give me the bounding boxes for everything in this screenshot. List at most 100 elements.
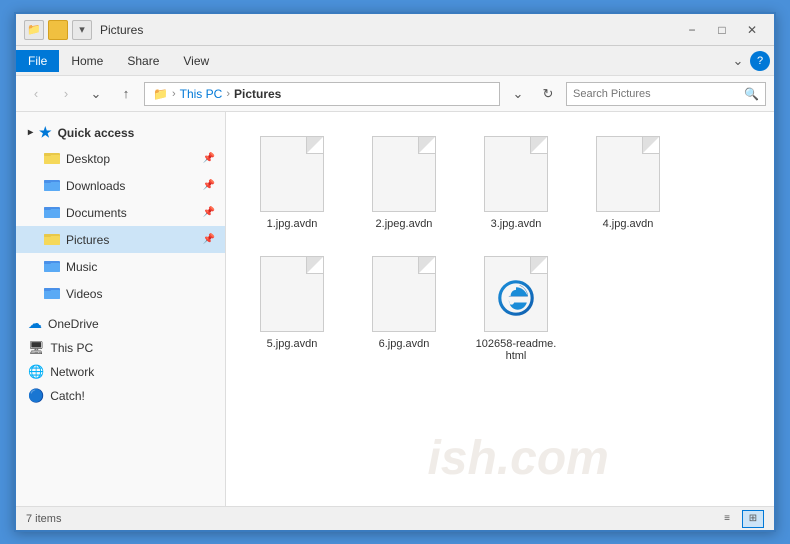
path-folder-icon: 📁 <box>153 87 168 101</box>
file-page-1 <box>260 136 324 212</box>
file-item-7[interactable]: 102658-readme.html <box>466 248 566 368</box>
onedrive-label: OneDrive <box>48 317 99 331</box>
sidebar: ▸ ★ Quick access Desktop 📌 Downloads 📌 <box>16 112 226 506</box>
pictures-folder-icon <box>44 230 60 249</box>
path-pictures: Pictures <box>234 87 281 101</box>
file-item-1[interactable]: 1.jpg.avdn <box>242 128 342 236</box>
downloads-label: Downloads <box>66 179 125 193</box>
tb-icon-2 <box>48 20 68 40</box>
videos-label: Videos <box>66 287 102 301</box>
nav-up[interactable]: ↑ <box>114 82 138 106</box>
sidebar-item-desktop[interactable]: Desktop 📌 <box>16 145 225 172</box>
videos-folder-icon <box>44 284 60 303</box>
title-bar: 📁 ▾ Pictures − □ ✕ <box>16 14 774 46</box>
file-name-4: 4.jpg.avdn <box>603 218 654 230</box>
explorer-window: 📁 ▾ Pictures − □ ✕ File Home Share View … <box>14 12 776 532</box>
desktop-label: Desktop <box>66 152 110 166</box>
status-bar: 7 items ≡ ⊞ <box>16 506 774 530</box>
tb-icon-1: 📁 <box>24 20 44 40</box>
file-page-4 <box>596 136 660 212</box>
path-sep-2: › <box>226 88 230 100</box>
watermark: ish.com <box>427 431 608 486</box>
file-name-5: 5.jpg.avdn <box>267 338 318 350</box>
menu-help[interactable]: ? <box>750 51 770 71</box>
file-item-2[interactable]: 2.jpeg.avdn <box>354 128 454 236</box>
search-input[interactable] <box>573 88 740 100</box>
documents-pin-icon: 📌 <box>203 207 215 218</box>
sidebar-item-documents[interactable]: Documents 📌 <box>16 199 225 226</box>
path-thispc[interactable]: This PC <box>180 87 223 101</box>
desktop-pin-icon: 📌 <box>203 153 215 164</box>
menu-home[interactable]: Home <box>59 50 115 72</box>
thispc-icon: 🖥 <box>28 340 45 356</box>
list-view-btn[interactable]: ≡ <box>716 510 738 528</box>
onedrive-icon: ☁ <box>28 315 42 332</box>
menu-file[interactable]: File <box>16 50 59 72</box>
path-dropdown[interactable]: ⌄ <box>506 82 530 106</box>
menu-bar: File Home Share View ⌄ ? <box>16 46 774 76</box>
window-controls: − □ ✕ <box>678 20 766 40</box>
file-name-3: 3.jpg.avdn <box>491 218 542 230</box>
menu-chevron[interactable]: ⌄ <box>726 49 750 73</box>
sidebar-item-catch[interactable]: 🔵 Catch! <box>16 384 225 408</box>
menu-view[interactable]: View <box>171 50 221 72</box>
quick-access-chevron: ▸ <box>28 127 33 138</box>
desktop-folder-icon <box>44 149 60 168</box>
file-icon-5 <box>256 254 328 334</box>
network-label: Network <box>50 365 94 379</box>
downloads-folder-icon <box>44 176 60 195</box>
refresh-btn[interactable]: ↻ <box>536 82 560 106</box>
file-item-4[interactable]: 4.jpg.avdn <box>578 128 678 236</box>
file-name-6: 6.jpg.avdn <box>379 338 430 350</box>
quick-access-label: Quick access <box>58 126 135 140</box>
file-name-2: 2.jpeg.avdn <box>376 218 433 230</box>
search-box[interactable]: 🔍 <box>566 82 766 106</box>
sidebar-item-videos[interactable]: Videos <box>16 280 225 307</box>
file-name-7: 102658-readme.html <box>476 338 557 362</box>
address-path[interactable]: 📁 › This PC › Pictures <box>144 82 500 106</box>
sidebar-item-downloads[interactable]: Downloads 📌 <box>16 172 225 199</box>
edge-logo-icon <box>498 280 534 316</box>
file-item-3[interactable]: 3.jpg.avdn <box>466 128 566 236</box>
main-content: ▸ ★ Quick access Desktop 📌 Downloads 📌 <box>16 112 774 506</box>
file-page-6 <box>372 256 436 332</box>
file-name-1: 1.jpg.avdn <box>267 218 318 230</box>
tb-icon-3: ▾ <box>72 20 92 40</box>
file-grid: 1.jpg.avdn 2.jpeg.avdn 3.jpg.avdn <box>242 128 758 368</box>
nav-back[interactable]: ‹ <box>24 82 48 106</box>
catch-label: Catch! <box>50 389 85 403</box>
large-icon-view-btn[interactable]: ⊞ <box>742 510 764 528</box>
nav-recent[interactable]: ⌄ <box>84 82 108 106</box>
search-icon: 🔍 <box>744 87 759 101</box>
file-page-5 <box>260 256 324 332</box>
file-icon-6 <box>368 254 440 334</box>
minimize-button[interactable]: − <box>678 20 706 40</box>
downloads-pin-icon: 📌 <box>203 180 215 191</box>
menu-share[interactable]: Share <box>115 50 171 72</box>
sidebar-item-onedrive[interactable]: ☁ OneDrive <box>16 311 225 336</box>
file-page-2 <box>372 136 436 212</box>
sidebar-item-pictures[interactable]: Pictures 📌 <box>16 226 225 253</box>
item-count: 7 items <box>26 513 61 525</box>
quick-access-star-icon: ★ <box>39 124 52 141</box>
sidebar-item-music[interactable]: Music <box>16 253 225 280</box>
file-item-5[interactable]: 5.jpg.avdn <box>242 248 342 368</box>
quick-access-header[interactable]: ▸ ★ Quick access <box>16 120 225 145</box>
pictures-pin-icon: 📌 <box>203 234 215 245</box>
network-icon: 🌐 <box>28 364 44 380</box>
title-text: Pictures <box>100 23 678 37</box>
thispc-label: This PC <box>51 341 94 355</box>
address-bar: ‹ › ⌄ ↑ 📁 › This PC › Pictures ⌄ ↻ 🔍 <box>16 76 774 112</box>
nav-forward[interactable]: › <box>54 82 78 106</box>
path-sep-1: › <box>172 88 176 100</box>
close-button[interactable]: ✕ <box>738 20 766 40</box>
sidebar-item-thispc[interactable]: 🖥 This PC <box>16 336 225 360</box>
file-area: ish.com 1.jpg.avdn 2.jpeg.avdn <box>226 112 774 506</box>
sidebar-item-network[interactable]: 🌐 Network <box>16 360 225 384</box>
music-label: Music <box>66 260 97 274</box>
view-toggle-group: ≡ ⊞ <box>716 510 764 528</box>
file-icon-7 <box>480 254 552 334</box>
file-page-3 <box>484 136 548 212</box>
maximize-button[interactable]: □ <box>708 20 736 40</box>
file-item-6[interactable]: 6.jpg.avdn <box>354 248 454 368</box>
